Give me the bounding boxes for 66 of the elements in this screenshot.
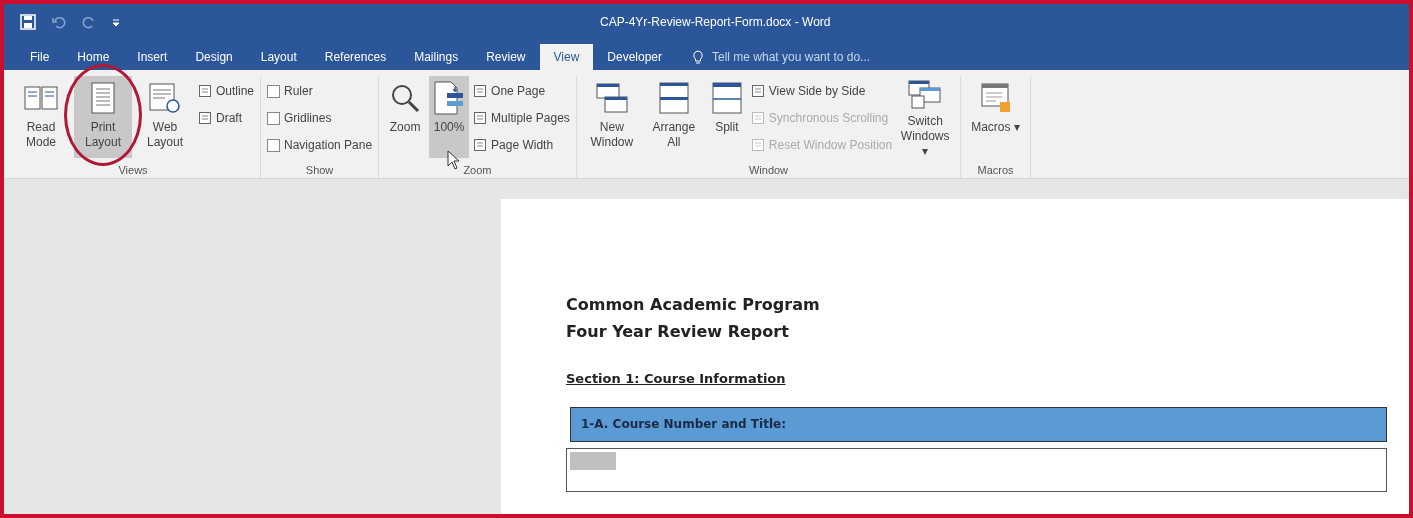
checkbox-option[interactable]: Ruler	[267, 80, 373, 102]
ribbon-tab[interactable]: References	[310, 44, 401, 70]
ribbon-small-button[interactable]: Page Width	[473, 134, 570, 156]
page-icon	[473, 111, 488, 125]
ribbon-icon	[433, 80, 466, 116]
ribbon-small-button[interactable]: Multiple Pages	[473, 107, 570, 129]
ribbon-icon	[711, 80, 742, 116]
ribbon-small-button[interactable]: View Side by Side	[750, 80, 893, 102]
ribbon-icon	[657, 80, 690, 116]
ribbon-button[interactable]: Split	[706, 76, 747, 158]
ribbon-small-button[interactable]: One Page	[473, 80, 570, 102]
customize-icon[interactable]	[112, 18, 120, 26]
page-icon	[198, 84, 212, 98]
document-title: Four Year Review Report	[566, 321, 789, 343]
page-icon	[198, 111, 212, 125]
tell-me-field[interactable]: Tell me what you want to do...	[692, 44, 871, 70]
section-heading: Section 1: Course Information	[566, 370, 786, 388]
group-label: Window	[747, 163, 790, 178]
ribbon-small-button[interactable]: Outline	[198, 80, 255, 102]
ribbon-tab[interactable]: Insert	[123, 44, 182, 70]
ribbon-button[interactable]: Web Layout	[136, 76, 194, 158]
ribbon-button[interactable]: 100%	[429, 76, 470, 158]
group-label: Macros	[976, 163, 1015, 178]
checkbox-option[interactable]: Gridlines	[267, 107, 373, 129]
group-label: Zoom	[462, 163, 493, 178]
checkbox-option[interactable]: Navigation Pane	[267, 134, 373, 156]
group-label: Views	[117, 163, 149, 178]
ribbon-button[interactable]: Read Mode	[12, 76, 70, 158]
checkbox[interactable]	[267, 138, 281, 152]
mouse-pointer-icon	[447, 150, 461, 170]
page-icon	[473, 84, 488, 98]
checkbox[interactable]	[267, 84, 281, 98]
page-icon	[473, 138, 488, 152]
page-icon	[750, 111, 765, 125]
checkbox[interactable]	[267, 111, 281, 125]
save-icon[interactable]	[20, 14, 36, 30]
ribbon-tab[interactable]: Developer	[593, 44, 676, 70]
ribbon-button[interactable]: Macros ▾	[967, 76, 1024, 158]
ribbon-tab[interactable]: Layout	[246, 44, 311, 70]
ribbon-tab[interactable]: File	[16, 44, 64, 70]
ribbon-tab[interactable]: Home	[63, 44, 124, 70]
ribbon-button[interactable]: New Window	[582, 76, 641, 158]
page-icon	[750, 84, 765, 98]
ribbon-button[interactable]: Print Layout	[74, 76, 132, 158]
ribbon-tab[interactable]: View	[539, 44, 594, 70]
ribbon-button[interactable]: Arrange All	[644, 76, 703, 158]
ribbon-icon	[908, 80, 943, 110]
document-title: Common Academic Program	[566, 294, 820, 316]
ribbon-tab[interactable]: Design	[181, 44, 247, 70]
ribbon-icon	[90, 80, 116, 116]
ribbon-tab[interactable]: Mailings	[400, 44, 473, 70]
ribbon-icon	[149, 80, 181, 116]
ribbon-button[interactable]: Zoom	[385, 76, 426, 158]
undo-icon[interactable]	[52, 15, 66, 29]
input-field[interactable]	[566, 447, 1387, 492]
lightbulb-icon	[692, 50, 704, 64]
placeholder-block	[570, 451, 616, 470]
window-title: CAP-4Yr-Review-Report-Form.docx - Word	[600, 14, 831, 31]
page-icon	[750, 138, 765, 152]
ribbon-icon	[595, 80, 628, 116]
table-header: 1-A. Course Number and Title:	[570, 406, 1387, 442]
ribbon-tab[interactable]: Review	[472, 44, 540, 70]
ribbon-small-button[interactable]: Draft	[198, 107, 255, 129]
ribbon-button[interactable]: Switch Windows ▾	[896, 76, 955, 158]
group-label: Show	[304, 162, 335, 178]
redo-icon[interactable]	[82, 15, 96, 29]
